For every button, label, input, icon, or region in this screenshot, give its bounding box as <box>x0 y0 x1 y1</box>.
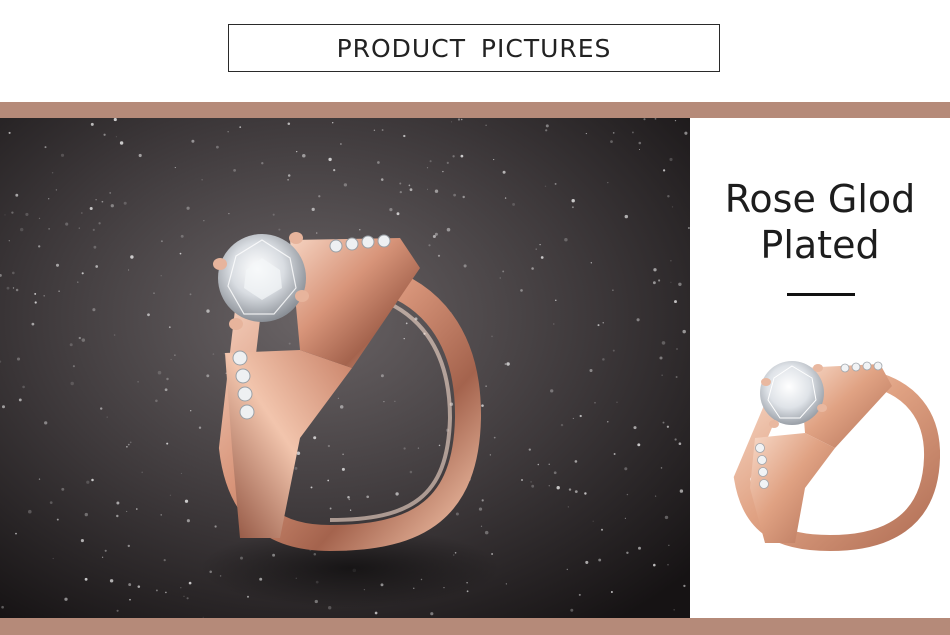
side-title-divider <box>787 293 855 296</box>
header-box: PRODUCT PICTURES <box>228 24 720 72</box>
side-title-line1: Rose Glod <box>724 177 916 221</box>
small-product-photo <box>710 338 940 578</box>
side-panel: Rose Glod Plated <box>690 118 950 618</box>
main-product-photo <box>0 118 690 618</box>
bottom-divider-band <box>0 618 950 635</box>
side-title-line2: Plated <box>760 223 880 267</box>
side-title: Rose Glod Plated <box>690 176 950 268</box>
page-title: PRODUCT PICTURES <box>336 33 612 63</box>
top-divider-band <box>0 102 950 118</box>
